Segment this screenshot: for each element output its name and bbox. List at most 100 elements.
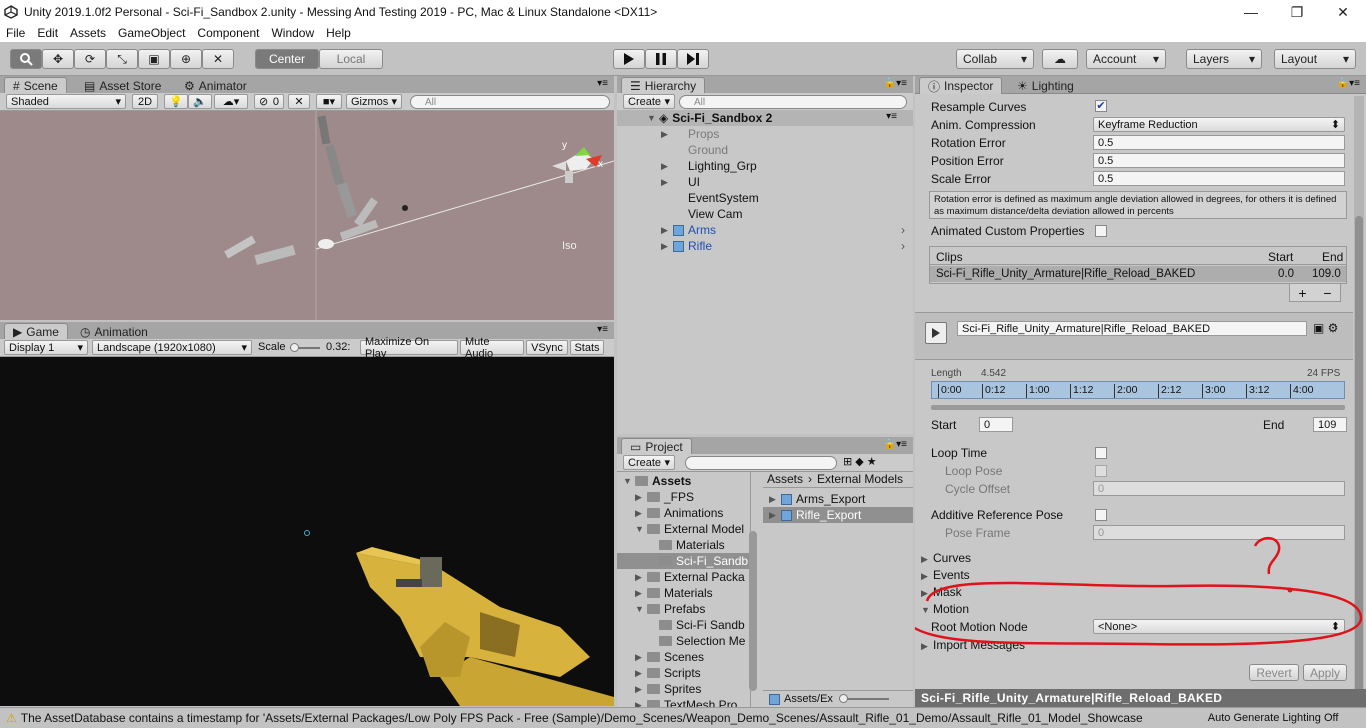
chevron-right-icon[interactable]: › (901, 223, 905, 237)
expand-right-icon[interactable]: ▶ (661, 225, 673, 236)
menu-edit[interactable]: Edit (31, 26, 64, 40)
scale-error-field[interactable]: 0.5 (1093, 171, 1345, 186)
expand-right-icon[interactable]: ▶ (635, 508, 647, 519)
revert-button[interactable]: Revert (1249, 664, 1299, 681)
clip-row[interactable]: Sci-Fi_Rifle_Unity_Armature|Rifle_Reload… (930, 266, 1346, 282)
panel-menu-icon[interactable]: ▾≡ (597, 324, 608, 335)
hierarchy-item[interactable]: EventSystem (661, 190, 759, 206)
timeline-range-bar[interactable] (931, 405, 1345, 410)
custom-tool-icon[interactable]: ✕ (202, 49, 234, 69)
tab-scene[interactable]: # Scene (4, 77, 67, 94)
tab-animator[interactable]: ⚙ Animator (176, 77, 255, 94)
tab-lighting[interactable]: ☀ Lighting (1009, 77, 1082, 94)
timeline-ruler[interactable]: 0:00 0:12 1:00 1:12 2:00 2:12 3:00 3:12 4:00 (931, 381, 1345, 399)
hand-tool-icon[interactable] (10, 49, 42, 69)
scale-slider-thumb[interactable] (290, 343, 299, 352)
scene-menu-icon[interactable]: ▾≡ (886, 111, 897, 122)
aspect-dropdown[interactable]: Landscape (1920x1080) ▾ (92, 340, 252, 355)
filter-icons[interactable]: ⊞ ◆ ★ (843, 455, 877, 468)
hierarchy-item[interactable]: View Cam (661, 206, 742, 222)
project-folder-item[interactable]: Sci-Fi_Sandb (617, 553, 749, 569)
remove-clip-button[interactable]: − (1323, 285, 1331, 301)
pause-button[interactable] (645, 49, 677, 69)
mode-2d-toggle[interactable]: 2D (132, 94, 158, 109)
lock-icon[interactable]: 🔒▾≡ (884, 439, 907, 450)
layers-dropdown[interactable]: Layers ▾ (1186, 49, 1262, 69)
expand-right-icon[interactable]: ▶ (661, 177, 673, 188)
project-folder-item[interactable]: Materials (617, 537, 749, 553)
transform-tool-icon[interactable]: ⊕ (170, 49, 202, 69)
menu-file[interactable]: File (0, 26, 31, 40)
tab-asset-store[interactable]: ▤ Asset Store (76, 77, 169, 94)
add-clip-button[interactable]: + (1298, 285, 1306, 301)
pivot-center-button[interactable]: Center (255, 49, 319, 69)
preview-title-bar[interactable]: Sci-Fi_Rifle_Unity_Armature|Rifle_Reload… (915, 689, 1366, 707)
position-error-field[interactable]: 0.5 (1093, 153, 1345, 168)
expand-right-icon[interactable]: ▶ (635, 588, 647, 599)
hierarchy-item[interactable]: ▶ Props (661, 126, 719, 142)
scale-slider[interactable] (290, 343, 320, 352)
end-field[interactable]: 109 (1313, 417, 1347, 432)
apply-button[interactable]: Apply (1303, 664, 1347, 681)
step-button[interactable] (677, 49, 709, 69)
effects-dropdown-icon[interactable]: ☁▾ (214, 94, 248, 109)
close-button[interactable]: ✕ (1320, 0, 1366, 24)
icon-size-thumb[interactable] (838, 694, 848, 703)
lock-icon[interactable]: 🔒▾≡ (884, 78, 907, 89)
expand-down-icon[interactable]: ▼ (623, 476, 635, 486)
project-create-dropdown[interactable]: Create ▾ (623, 455, 675, 470)
lighting-toggle-icon[interactable]: 💡 (164, 94, 188, 109)
panel-menu-icon[interactable]: ▾≡ (597, 78, 608, 89)
maximize-button[interactable]: ❐ (1274, 0, 1320, 24)
breadcrumb-assets[interactable]: Assets (767, 472, 803, 486)
expand-right-icon[interactable]: ▶ (661, 129, 673, 140)
project-folder-item[interactable]: ▶ Sprites (617, 681, 749, 697)
cloud-icon[interactable]: ☁ (1042, 49, 1078, 69)
project-folder-item[interactable]: ▼ Prefabs (617, 601, 749, 617)
hierarchy-search-input[interactable]: All (679, 95, 907, 109)
status-message[interactable]: The AssetDatabase contains a timestamp f… (21, 711, 1206, 725)
menu-help[interactable]: Help (320, 26, 357, 40)
cycle-offset-field[interactable]: 0 (1093, 481, 1345, 496)
stats-toggle[interactable]: Stats (570, 340, 604, 355)
loop-time-checkbox[interactable] (1095, 447, 1107, 459)
tab-game[interactable]: ▶ Game (4, 323, 68, 340)
list-item[interactable]: ▶ Rifle_Export (763, 507, 913, 523)
start-field[interactable]: 0 (979, 417, 1013, 432)
expand-right-icon[interactable]: ▶ (635, 684, 647, 695)
menu-window[interactable]: Window (265, 26, 320, 40)
game-viewport[interactable] (0, 357, 614, 706)
maximize-on-play-toggle[interactable]: Maximize On Play (360, 336, 458, 360)
scene-search-input[interactable]: All (410, 95, 610, 109)
resample-curves-checkbox[interactable]: ✔ (1095, 100, 1107, 112)
expand-right-icon[interactable]: ▶ (635, 572, 647, 583)
display-dropdown[interactable]: Display 1 ▾ (4, 340, 88, 355)
tools-icon[interactable]: ✕ (288, 94, 310, 109)
loop-pose-checkbox[interactable] (1095, 465, 1107, 477)
project-folder-item[interactable]: Sci-Fi Sandb (617, 617, 749, 633)
expand-right-icon[interactable]: ▶ (635, 652, 647, 663)
project-folder-item[interactable]: ▶ Animations (617, 505, 749, 521)
project-folder-item[interactable]: Selection Me (617, 633, 749, 649)
expand-right-icon[interactable]: ▶ (661, 161, 673, 172)
menu-gameobject[interactable]: GameObject (112, 26, 191, 40)
minimize-button[interactable]: — (1228, 0, 1274, 24)
project-search-input[interactable] (685, 456, 837, 470)
collab-dropdown[interactable]: Collab ▾ (956, 49, 1034, 69)
rect-tool-icon[interactable]: ▣ (138, 49, 170, 69)
hierarchy-item[interactable]: ▶ Rifle › (661, 238, 905, 254)
project-folder-item[interactable]: ▶ Scripts (617, 665, 749, 681)
clip-name-field[interactable]: Sci-Fi_Rifle_Unity_Armature|Rifle_Reload… (957, 321, 1307, 336)
play-button[interactable] (613, 49, 645, 69)
hierarchy-item[interactable]: ▶ UI (661, 174, 700, 190)
hidden-objects-toggle[interactable]: ⊘ 0 (254, 94, 284, 109)
menu-assets[interactable]: Assets (64, 26, 112, 40)
breadcrumb-external-models[interactable]: External Models (817, 472, 903, 486)
menu-component[interactable]: Component (191, 26, 265, 40)
gizmos-dropdown[interactable]: Gizmos ▾ (346, 94, 402, 109)
chevron-right-icon[interactable]: › (901, 239, 905, 253)
project-folder-item[interactable]: ▼ External Model (617, 521, 749, 537)
pivot-local-button[interactable]: Local (319, 49, 383, 69)
layout-dropdown[interactable]: Layout ▾ (1274, 49, 1356, 69)
expand-down-icon[interactable]: ▼ (635, 604, 647, 614)
